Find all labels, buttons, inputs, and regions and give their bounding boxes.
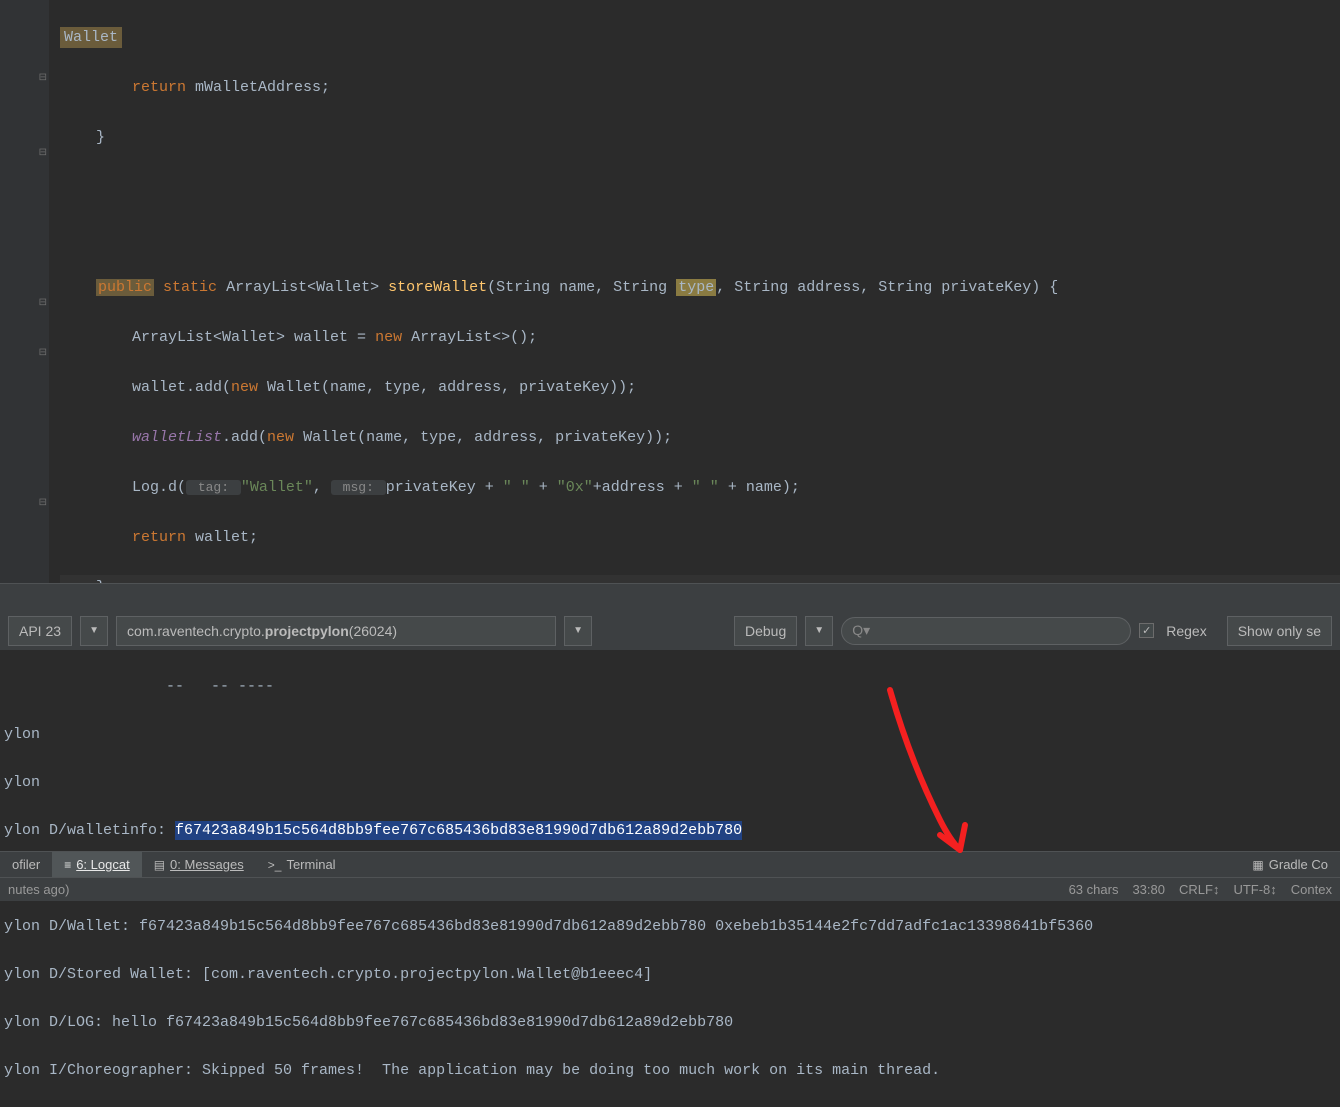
editor-gutter: ⊟ ⊟ ⊟ ⊟ ⊟ xyxy=(0,0,50,583)
search-icon: Q▾ xyxy=(852,622,870,639)
status-line-sep[interactable]: CRLF↕ xyxy=(1179,882,1219,897)
tab-terminal[interactable]: >_Terminal xyxy=(256,852,348,877)
process-dropdown[interactable]: com.raventech.crypto.projectpylon (26024… xyxy=(116,616,556,646)
fold-icon[interactable]: ⊟ xyxy=(39,72,47,84)
loglevel-dropdown[interactable]: Debug xyxy=(734,616,797,646)
log-line: -- -- ---- xyxy=(4,675,1340,699)
process-dropdown-arrow[interactable]: ▼ xyxy=(564,616,592,646)
tab-gradle-console[interactable]: ▦Gradle Co xyxy=(1240,852,1340,877)
fold-icon[interactable]: ⊟ xyxy=(39,297,47,309)
status-chars: 63 chars xyxy=(1069,882,1119,897)
bottom-tool-tabs: ofiler ≡6: Logcat ▤0: Messages >_Termina… xyxy=(0,851,1340,877)
status-message: nutes ago) xyxy=(8,882,69,897)
log-line: ylon D/walletinfo: f67423a849b15c564d8bb… xyxy=(4,819,1340,843)
log-line: ylon D/Wallet: f67423a849b15c564d8bb9fee… xyxy=(4,915,1340,939)
panel-divider[interactable] xyxy=(0,583,1340,611)
logcat-output[interactable]: -- -- ---- ylon ylon ylon D/walletinfo: … xyxy=(0,651,1340,851)
loglevel-dropdown-arrow[interactable]: ▼ xyxy=(805,616,833,646)
fold-icon[interactable]: ⊟ xyxy=(39,347,47,359)
log-line: ylon I/Choreographer: Skipped 50 frames!… xyxy=(4,1059,1340,1083)
log-line: ylon D/Stored Wallet: [com.raventech.cry… xyxy=(4,963,1340,987)
regex-label: Regex xyxy=(1166,623,1206,639)
log-line: ylon xyxy=(4,771,1340,795)
log-search-input[interactable]: Q▾ xyxy=(841,617,1131,645)
status-context[interactable]: Contex xyxy=(1291,882,1332,897)
gradle-icon: ▦ xyxy=(1252,858,1263,872)
logcat-icon: ≡ xyxy=(64,858,71,872)
selected-text: f67423a849b15c564d8bb9fee767c685436bd83e… xyxy=(175,821,742,840)
status-caret-pos[interactable]: 33:80 xyxy=(1132,882,1165,897)
tab-logcat[interactable]: ≡6: Logcat xyxy=(52,852,142,877)
fold-icon[interactable]: ⊟ xyxy=(39,497,47,509)
class-tag: Wallet xyxy=(60,27,122,48)
regex-checkbox[interactable]: ✓ xyxy=(1139,623,1154,638)
messages-icon: ▤ xyxy=(154,858,165,872)
tab-profiler[interactable]: ofiler xyxy=(0,852,52,877)
code-content[interactable]: Wallet return mWalletAddress; } public s… xyxy=(50,0,1340,583)
filter-dropdown[interactable]: Show only se xyxy=(1227,616,1332,646)
fold-icon[interactable]: ⊟ xyxy=(39,147,47,159)
device-dropdown-arrow[interactable]: ▼ xyxy=(80,616,108,646)
terminal-icon: >_ xyxy=(268,858,282,872)
tab-messages[interactable]: ▤0: Messages xyxy=(142,852,256,877)
logcat-toolbar: API 23 ▼ com.raventech.crypto.projectpyl… xyxy=(0,611,1340,651)
status-encoding[interactable]: UTF-8↕ xyxy=(1233,882,1276,897)
device-dropdown[interactable]: API 23 xyxy=(8,616,72,646)
log-line: ylon D/LOG: hello f67423a849b15c564d8bb9… xyxy=(4,1011,1340,1035)
log-line: ylon xyxy=(4,723,1340,747)
code-editor[interactable]: ⊟ ⊟ ⊟ ⊟ ⊟ Wallet return mWalletAddress; … xyxy=(0,0,1340,583)
status-bar: nutes ago) 63 chars 33:80 CRLF↕ UTF-8↕ C… xyxy=(0,877,1340,901)
